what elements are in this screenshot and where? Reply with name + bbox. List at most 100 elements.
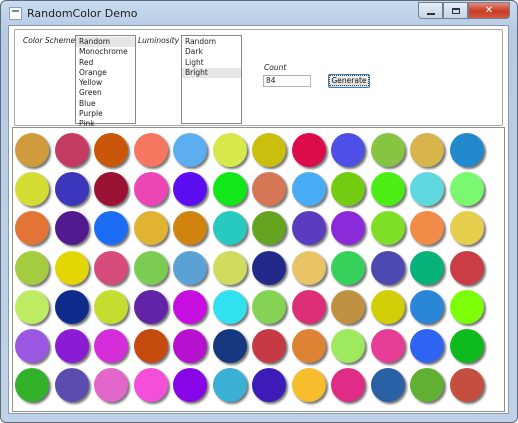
minimize-button[interactable] — [418, 2, 443, 19]
color-circle — [331, 368, 365, 403]
color-circle — [410, 368, 444, 403]
color-circle — [331, 133, 365, 167]
color-circle — [15, 172, 49, 207]
color-circle — [291, 211, 326, 246]
color-circle — [410, 250, 444, 285]
color-circle — [291, 172, 326, 207]
color-scheme-option[interactable]: Purple — [76, 109, 135, 119]
color-circle — [370, 172, 405, 207]
app-window: RandomColor Demo ✕ Color Scheme Random Mo… — [0, 0, 518, 423]
color-circle — [291, 328, 326, 363]
color-circle — [410, 211, 444, 246]
color-scheme-option[interactable]: Red — [76, 58, 135, 68]
color-circle — [370, 133, 405, 167]
color-circle — [291, 368, 326, 403]
luminosity-label: Luminosity — [138, 36, 180, 45]
color-circle — [173, 133, 207, 167]
generate-button[interactable]: Generate — [328, 74, 370, 88]
color-circle — [94, 172, 128, 207]
color-circle — [133, 133, 168, 167]
maximize-icon — [451, 7, 460, 14]
color-circle — [370, 368, 405, 403]
color-circle — [173, 289, 207, 324]
color-circle — [212, 328, 247, 363]
generate-button-label: Generate — [329, 75, 369, 86]
luminosity-option[interactable]: Dark — [182, 47, 241, 57]
color-circle — [370, 250, 405, 285]
color-circle — [331, 328, 365, 363]
color-circle — [449, 172, 484, 207]
color-circle — [252, 211, 286, 246]
color-circle — [291, 133, 326, 167]
color-circle — [173, 250, 207, 285]
color-circle — [54, 172, 89, 207]
color-circle — [94, 328, 128, 363]
color-circle — [449, 289, 484, 324]
title-bar[interactable]: RandomColor Demo ✕ — [1, 1, 517, 25]
color-circle — [252, 328, 286, 363]
luminosity-option[interactable]: Light — [182, 58, 241, 68]
color-circle — [54, 328, 89, 363]
color-circle — [133, 368, 168, 403]
maximize-button[interactable] — [443, 2, 468, 19]
color-circle — [291, 250, 326, 285]
color-circle — [133, 211, 168, 246]
color-circle — [15, 368, 49, 403]
close-icon: ✕ — [484, 5, 494, 16]
color-circle — [291, 289, 326, 324]
color-circle — [449, 368, 484, 403]
color-circle — [15, 250, 49, 285]
color-circle — [54, 289, 89, 324]
color-circle — [252, 172, 286, 207]
color-circle-grid — [15, 133, 484, 403]
color-circle — [15, 289, 49, 324]
client-area: Color Scheme Random Monochrome Red Orange Ye… — [8, 25, 509, 414]
controls-panel: Color Scheme Random Monochrome Red Orange Ye… — [14, 29, 503, 128]
close-button[interactable]: ✕ — [468, 2, 510, 19]
color-circle — [252, 250, 286, 285]
color-circle — [133, 172, 168, 207]
color-circle — [370, 211, 405, 246]
color-circle — [410, 289, 444, 324]
color-circle — [212, 172, 247, 207]
color-circle — [370, 328, 405, 363]
color-scheme-option[interactable]: Yellow — [76, 78, 135, 88]
color-circle — [94, 368, 128, 403]
count-input[interactable]: 84 — [263, 75, 311, 87]
luminosity-option[interactable]: Bright — [182, 67, 241, 79]
color-circle — [15, 133, 49, 167]
count-label: Count — [264, 63, 287, 72]
color-scheme-option[interactable]: Random — [76, 37, 135, 48]
color-circle — [252, 368, 286, 403]
color-circle — [133, 328, 168, 363]
color-swatch-area — [12, 127, 505, 412]
color-circle — [370, 289, 405, 324]
color-circle — [252, 289, 286, 324]
color-circle — [133, 289, 168, 324]
color-circle — [449, 250, 484, 285]
color-scheme-option[interactable]: Orange — [76, 68, 135, 78]
luminosity-option[interactable]: Random — [182, 37, 241, 47]
color-circle — [54, 250, 89, 285]
caption-buttons: ✕ — [418, 2, 510, 19]
color-circle — [212, 133, 247, 167]
color-scheme-option[interactable]: Blue — [76, 99, 135, 109]
color-scheme-option[interactable]: Green — [76, 88, 135, 98]
color-circle — [410, 328, 444, 363]
color-circle — [173, 172, 207, 207]
color-circle — [449, 211, 484, 246]
color-circle — [212, 211, 247, 246]
color-circle — [133, 250, 168, 285]
color-circle — [212, 289, 247, 324]
color-circle — [410, 133, 444, 167]
color-circle — [54, 133, 89, 167]
color-scheme-option[interactable]: Monochrome — [76, 47, 135, 57]
window-title: RandomColor Demo — [27, 7, 138, 20]
luminosity-listbox[interactable]: Random Dark Light Bright — [181, 35, 242, 124]
color-circle — [94, 289, 128, 324]
color-scheme-label: Color Scheme — [23, 36, 76, 45]
color-scheme-listbox[interactable]: Random Monochrome Red Orange Yellow Green Blue… — [75, 35, 136, 128]
color-circle — [94, 250, 128, 285]
color-circle — [212, 368, 247, 403]
app-icon — [9, 7, 22, 20]
